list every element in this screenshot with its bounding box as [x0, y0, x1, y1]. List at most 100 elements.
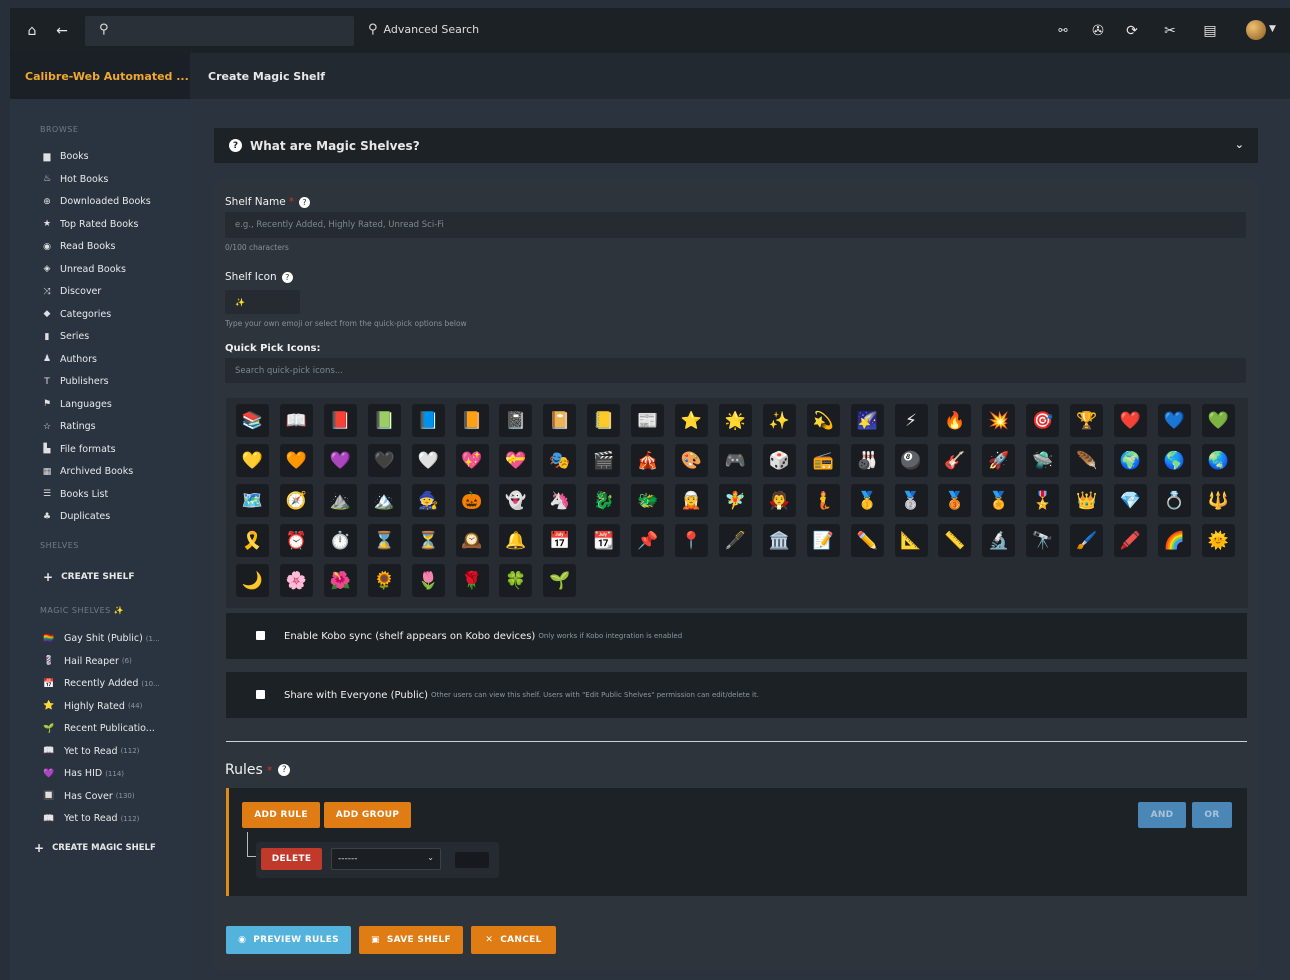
quick-pick-icon[interactable]: 🔔 — [499, 524, 533, 557]
sidebar-item[interactable]: ◆ Categories — [40, 309, 112, 320]
or-toggle-button[interactable]: OR — [1192, 802, 1232, 828]
quick-pick-icon[interactable]: 🌞 — [1201, 524, 1235, 557]
sidebar-item[interactable]: ⤨ Discover — [40, 286, 101, 297]
question-circle-icon[interactable]: ? — [281, 271, 293, 283]
quick-pick-icon[interactable]: 🎳 — [850, 444, 884, 477]
quick-pick-icon[interactable]: 🌱 — [543, 564, 577, 597]
quick-pick-icon[interactable]: 🏛️ — [762, 524, 796, 557]
quick-pick-icon[interactable]: 🌎 — [1157, 444, 1191, 477]
magic-shelf-item[interactable]: ⭐ Highly Rated (44) — [40, 701, 142, 712]
magic-shelf-item[interactable]: 🌱 Recent Publicatio... — [40, 723, 158, 734]
quick-pick-icon[interactable]: 🍀 — [499, 564, 533, 597]
quick-pick-icon[interactable]: 💛 — [236, 444, 269, 477]
quick-pick-icon[interactable]: ⚡ — [894, 404, 928, 437]
quick-pick-icon[interactable]: 🧛 — [762, 484, 796, 517]
quick-pick-icon[interactable]: 🌺 — [323, 564, 357, 597]
magic-shelf-item[interactable]: 🔲 Has Cover (130) — [40, 791, 134, 802]
quick-pick-icon[interactable]: ⭐ — [675, 404, 708, 437]
shelf-icon-input[interactable]: ✨ — [225, 290, 300, 314]
quick-pick-icon[interactable]: 📗 — [367, 404, 401, 437]
sidebar-item[interactable]: ★ Top Rated Books — [40, 219, 139, 230]
quick-pick-icon[interactable]: 📅 — [543, 524, 577, 557]
quick-pick-icon[interactable]: 💍 — [1157, 484, 1191, 517]
quick-pick-icon[interactable]: 🎃 — [455, 484, 489, 517]
sidebar-item[interactable]: ♟ Authors — [40, 354, 97, 365]
quick-pick-icon[interactable]: 🏆 — [1070, 404, 1104, 437]
quick-pick-icon[interactable]: 🎮 — [718, 444, 752, 477]
quick-pick-icon[interactable]: 🕰️ — [455, 524, 489, 557]
quick-pick-icon[interactable]: 💖 — [455, 444, 489, 477]
quick-pick-icon[interactable]: 🦄 — [543, 484, 577, 517]
question-circle-icon[interactable]: ? — [298, 196, 310, 208]
quick-pick-icon[interactable]: 💚 — [1201, 404, 1235, 437]
question-circle-icon[interactable]: ? — [278, 764, 291, 776]
magic-shelf-item[interactable]: 💜 Has HID (114) — [40, 768, 124, 779]
quick-pick-icon[interactable]: 🐲 — [631, 484, 665, 517]
home-icon[interactable]: ⌂ — [22, 8, 42, 53]
quick-pick-icon[interactable]: 🎪 — [631, 444, 665, 477]
public-share-toggle[interactable]: Share with Everyone (Public) Other users… — [226, 672, 1247, 718]
quick-pick-icon[interactable]: 🔭 — [1026, 524, 1060, 557]
quick-pick-icon[interactable]: 🧝 — [675, 484, 708, 517]
quick-pick-icon[interactable]: 📝 — [806, 524, 840, 557]
quick-pick-icon[interactable]: 🎯 — [1026, 404, 1060, 437]
quick-pick-icon[interactable]: 🤍 — [411, 444, 445, 477]
quick-pick-icon[interactable]: 🌟 — [718, 404, 752, 437]
quick-pick-icon[interactable]: 🎸 — [938, 444, 972, 477]
add-group-button[interactable]: ADD GROUP — [324, 802, 411, 828]
sidebar-item[interactable]: ◈ Unread Books — [40, 264, 126, 275]
sidebar-item[interactable]: ☰ Books List — [40, 489, 108, 500]
kobo-sync-checkbox[interactable] — [256, 631, 265, 640]
quick-pick-icon[interactable]: 🖤 — [367, 444, 401, 477]
quick-pick-icon[interactable]: 👑 — [1070, 484, 1104, 517]
quick-pick-icon[interactable]: 📓 — [499, 404, 533, 437]
sidebar-item[interactable]: ◉ Read Books — [40, 241, 115, 252]
quick-pick-icon[interactable]: 🖍️ — [1114, 524, 1147, 557]
quick-pick-icon[interactable]: 🎬 — [587, 444, 621, 477]
quick-pick-icon[interactable]: 🌠 — [850, 404, 884, 437]
quick-pick-icon[interactable]: 🥈 — [894, 484, 928, 517]
quick-pick-icon[interactable]: 🧭 — [279, 484, 313, 517]
quick-pick-icon[interactable]: 📻 — [806, 444, 840, 477]
sidebar-item[interactable]: ⚑ Languages — [40, 399, 112, 410]
quick-pick-icon[interactable]: 📍 — [675, 524, 708, 557]
quick-pick-icon[interactable]: 🌹 — [455, 564, 489, 597]
quick-pick-search-input[interactable]: Search quick-pick icons... — [225, 358, 1246, 383]
sidebar-item[interactable]: ▙ File formats — [40, 444, 116, 455]
save-shelf-button[interactable]: ▣ SAVE SHELF — [359, 926, 463, 954]
quick-pick-icon[interactable]: 🛸 — [1026, 444, 1060, 477]
sidebar-item[interactable]: ▆ Books — [40, 151, 89, 162]
quick-pick-icon[interactable]: 🔱 — [1201, 484, 1235, 517]
quick-pick-icon[interactable]: 🧚 — [718, 484, 752, 517]
public-share-checkbox[interactable] — [256, 690, 265, 699]
quick-pick-icon[interactable]: 🌏 — [1201, 444, 1235, 477]
quick-pick-icon[interactable]: 🎱 — [894, 444, 928, 477]
quick-pick-icon[interactable]: 🏔️ — [367, 484, 401, 517]
quick-pick-icon[interactable]: 🎖️ — [1026, 484, 1060, 517]
rule-value-box[interactable] — [455, 852, 489, 868]
preview-rules-button[interactable]: ◉ PREVIEW RULES — [226, 926, 351, 954]
sidebar-item[interactable]: ☆ Ratings — [40, 421, 96, 432]
sidebar-item[interactable]: ▮ Series — [40, 331, 90, 342]
quick-pick-icon[interactable]: ⛰️ — [323, 484, 357, 517]
refresh-icon[interactable]: ⟳ — [1122, 8, 1142, 53]
search-input[interactable]: ⚲ — [85, 16, 354, 46]
delete-rule-button[interactable]: DELETE — [261, 848, 322, 870]
quick-pick-icon[interactable]: ✏️ — [850, 524, 884, 557]
quick-pick-icon[interactable]: 🌍 — [1114, 444, 1147, 477]
quick-pick-icon[interactable]: 📙 — [455, 404, 489, 437]
quick-pick-icon[interactable]: ⏳ — [411, 524, 445, 557]
tools-icon[interactable]: ✂ — [1160, 8, 1180, 53]
library-icon[interactable]: ▤ — [1200, 8, 1220, 53]
quick-pick-icon[interactable]: 🖋️ — [718, 524, 752, 557]
quick-pick-icon[interactable]: 📰 — [631, 404, 665, 437]
quick-pick-icon[interactable]: 📚 — [236, 404, 269, 437]
quick-pick-icon[interactable]: 🐉 — [587, 484, 621, 517]
quick-pick-icon[interactable]: 🗺️ — [236, 484, 269, 517]
magic-shelf-item[interactable]: 📖 Yet to Read (112) — [40, 813, 139, 824]
create-shelf-link[interactable]: + CREATE SHELF — [43, 570, 134, 584]
quick-pick-icon[interactable]: 🖌️ — [1070, 524, 1104, 557]
quick-pick-icon[interactable]: 📖 — [279, 404, 313, 437]
quick-pick-icon[interactable]: 💝 — [499, 444, 533, 477]
quick-pick-icon[interactable]: 📐 — [894, 524, 928, 557]
